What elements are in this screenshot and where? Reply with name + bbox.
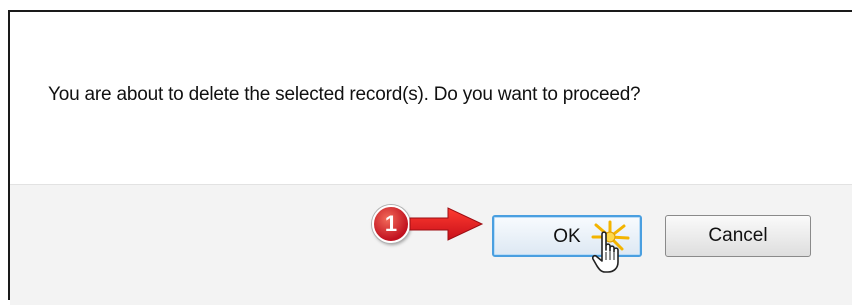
hand-pointer-icon	[592, 231, 619, 273]
delete-confirmation-dialog: You are about to delete the selected rec…	[8, 10, 852, 305]
dialog-footer: OK Cancel	[10, 184, 852, 305]
confirmation-message: You are about to delete the selected rec…	[48, 84, 641, 105]
right-arrow-icon	[409, 207, 484, 241]
cancel-button[interactable]: Cancel	[665, 215, 811, 257]
step-badge: 1	[372, 205, 410, 243]
